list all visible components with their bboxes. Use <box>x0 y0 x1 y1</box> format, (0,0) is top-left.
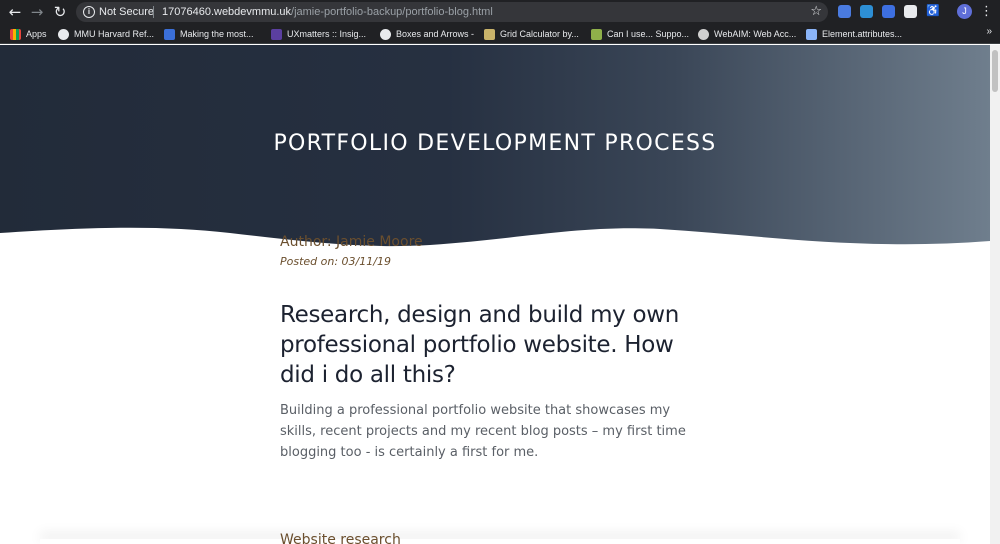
bookmark-item[interactable]: MMU Harvard Ref... <box>58 27 154 41</box>
scrollbar-thumb[interactable] <box>992 50 998 92</box>
apps-grid-icon <box>10 28 21 40</box>
bookmark-label: Grid Calculator by... <box>500 29 579 39</box>
bookmarks-overflow-icon[interactable]: » <box>986 26 992 37</box>
posted-date: Posted on: 03/11/19 <box>280 255 391 268</box>
bookmark-item[interactable]: UXmatters :: Insig... <box>271 27 366 41</box>
caniuse-favicon-icon <box>591 28 602 40</box>
security-label[interactable]: Not Secure <box>99 5 154 19</box>
reload-icon[interactable]: ↻ <box>50 2 70 22</box>
w-favicon-icon <box>164 28 175 40</box>
article-intro: Building a professional portfolio websit… <box>280 403 686 460</box>
accessibility-extension-icon[interactable]: ♿ <box>926 5 940 18</box>
author-line: Author: Jamie Moore <box>280 234 423 250</box>
bookmark-label: WebAIM: Web Acc... <box>714 29 797 39</box>
globe-icon <box>380 28 391 40</box>
info-icon[interactable]: i <box>83 6 95 18</box>
bookmarks-bar: Apps MMU Harvard Ref... Making the most.… <box>0 24 1000 44</box>
section-heading: Website research <box>280 532 401 544</box>
bookmark-label: Boxes and Arrows - <box>396 29 475 39</box>
extension-icon[interactable] <box>838 5 851 18</box>
bookmark-item[interactable]: Element.attributes... <box>806 27 902 41</box>
url-text[interactable]: 17076460.webdevmmu.uk/jamie-portfolio-ba… <box>162 5 493 19</box>
bookmark-item[interactable]: Making the most... <box>164 27 254 41</box>
ux-favicon-icon <box>271 28 282 40</box>
page-title: PORTFOLIO DEVELOPMENT PROCESS <box>273 131 717 156</box>
browser-toolbar: ← → ↻ i Not Secure 17076460.webdevmmu.uk… <box>0 0 1000 24</box>
bookmark-label: Apps <box>26 29 47 39</box>
avatar[interactable]: J <box>957 4 972 19</box>
bookmark-item[interactable]: Can I use... Suppo... <box>591 27 689 41</box>
bookmark-label: Element.attributes... <box>822 29 903 39</box>
address-bar[interactable]: i Not Secure 17076460.webdevmmu.uk/jamie… <box>76 2 828 22</box>
section-card-shadow <box>40 539 960 544</box>
bookmark-label: UXmatters :: Insig... <box>287 29 367 39</box>
hero-banner: PORTFOLIO DEVELOPMENT PROCESS <box>0 45 990 255</box>
mdn-favicon-icon <box>806 28 817 40</box>
url-path: /jamie-portfolio-backup/portfolio-blog.h… <box>291 6 493 18</box>
translate-extension-icon[interactable] <box>882 5 895 18</box>
article-headline: Research, design and build my own profes… <box>280 302 680 388</box>
extension-icon[interactable] <box>904 5 917 18</box>
globe-icon <box>58 28 69 40</box>
extension-icon[interactable] <box>860 5 873 18</box>
scrollbar[interactable] <box>990 45 1000 544</box>
bookmark-apps[interactable]: Apps <box>10 27 47 41</box>
bookmark-item[interactable]: Grid Calculator by... <box>484 27 579 41</box>
back-arrow-icon[interactable]: ← <box>5 2 25 22</box>
bookmark-label: MMU Harvard Ref... <box>74 29 155 39</box>
gear-favicon-icon <box>698 28 709 40</box>
page-viewport: PORTFOLIO DEVELOPMENT PROCESS Author: Ja… <box>0 45 990 544</box>
bookmark-label: Can I use... Suppo... <box>607 29 690 39</box>
address-divider <box>153 6 154 18</box>
kebab-menu-icon[interactable]: ⋮ <box>980 2 993 22</box>
bookmark-item[interactable]: Boxes and Arrows - <box>380 27 474 41</box>
star-icon[interactable]: ☆ <box>810 3 822 21</box>
forward-arrow-icon[interactable]: → <box>27 2 47 22</box>
article-content: Author: Jamie Moore Posted on: 03/11/19 … <box>280 232 710 463</box>
bookmark-item[interactable]: WebAIM: Web Acc... <box>698 27 796 41</box>
url-host: 17076460.webdevmmu.uk <box>162 6 292 18</box>
bookmark-label: Making the most... <box>180 29 254 39</box>
grid-favicon-icon <box>484 28 495 40</box>
